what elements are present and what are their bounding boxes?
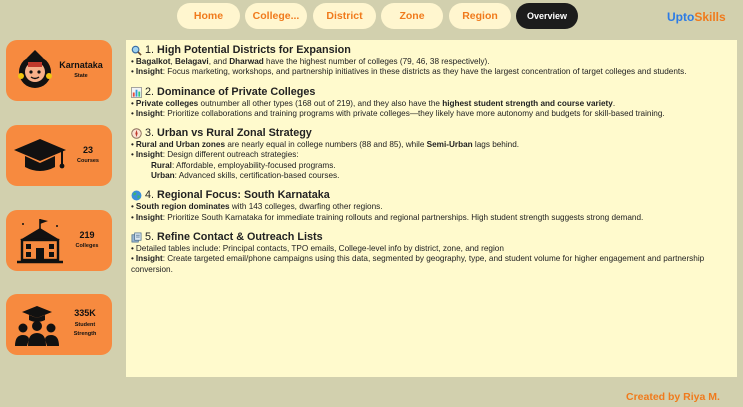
section-heading: Dominance of Private Colleges [157,85,316,98]
section-heading: Regional Focus: South Karnataka [157,189,330,202]
section-title: 5. Refine Contact & Outreach Lists [131,231,731,244]
students-label-1: Student [74,322,96,328]
tab-home[interactable]: Home [177,3,240,29]
insight-section-5: 5. Refine Contact & Outreach Lists • Deta… [131,231,731,275]
karnataka-emblem-icon [18,50,52,88]
students-value: 335K [74,308,96,318]
sub-text: : Affordable, employability-focused prog… [171,160,336,170]
bold-text: Bagalkot [135,57,171,66]
college-building-icon [17,219,63,264]
section-title: 3. Urban vs Rural Zonal Strategy [131,127,731,140]
text: have the highest number of colleges (79,… [263,57,490,66]
bold-text: Private colleges [135,98,199,108]
section-title: 2. Dominance of Private Colleges [131,86,731,99]
text: are nearly equal in college numbers (88 … [225,140,427,150]
magnifier-icon [131,45,142,56]
section-heading: High Potential Districts for Expansion [157,44,351,56]
sub-label: Urban [151,171,175,181]
courses-card: 23 Courses [6,125,112,186]
text: lags behind. [472,140,520,150]
courses-value: 23 [82,145,93,155]
courses-label: Courses [76,158,99,164]
section-number: 3. [145,127,155,140]
text: with 143 colleges, dwarfing other region… [229,202,383,212]
insight-line: • Insight: Focus marketing, workshops, an… [131,67,687,77]
section-line: • Bagalkot, Belagavi, and Dharwad have th… [131,57,490,66]
insight-line: • Insight: Create targeted email/phone ca… [131,254,705,274]
globe-icon [131,190,142,201]
insight-text: : Design different outreach strategies: [162,150,299,160]
section-number: 2. [145,85,155,98]
section-heading: Urban vs Rural Zonal Strategy [157,127,312,140]
insight-section-3: 3. Urban vs Rural Zonal Strategy • Rural … [131,127,731,181]
insight-section-2: 2. Dominance of Private Colleges • Privat… [131,86,731,120]
text: outnumber all other types (168 out of 21… [198,98,443,108]
student-strength-card: 335K Student Strength [6,294,112,355]
insight-text: : Prioritize South Karnataka for immedia… [162,212,644,222]
state-card: Karnataka State [6,40,112,101]
sub-line-rural: Rural: Affordable, employability-focused… [131,161,731,171]
students-label-2: Strength [73,331,97,337]
section-title: 4. Regional Focus: South Karnataka [131,189,731,202]
section-line: • Rural and Urban zones are nearly equal … [131,140,520,150]
section-line: • South region dominates with 143 college… [131,202,383,212]
top-navigation: Home College... District Zone Region Ove… [0,3,743,30]
insight-line: • Insight: Design different outreach stra… [131,150,299,160]
sub-label: Rural [151,160,172,170]
bold-text: South region dominates [135,202,230,212]
insight-label: Insight [135,150,163,160]
sub-line-urban: Urban: Advanced skills, certification-ba… [131,171,731,181]
footer-credit: Created by Riya M. [626,391,720,403]
bold-text: Semi-Urban [426,140,473,150]
text: Detailed tables include: Principal conta… [135,243,504,253]
insight-section-1: 1. High Potential Districts for Expansio… [131,44,731,78]
contact-list-icon [131,232,142,243]
brand-logo: UptoSkills [667,10,726,24]
insight-text: : Create targeted email/phone campaigns … [131,254,705,274]
section-title: 1. High Potential Districts for Expansio… [131,44,731,57]
section-number: 5. [145,230,155,243]
graduation-cap-icon [14,139,66,171]
section-number: 4. [145,189,155,202]
tab-region[interactable]: Region [449,3,511,29]
state-label: State [74,73,88,79]
bold-text: Dharwad [229,57,264,66]
insight-line: • Insight: Prioritize collaborations and … [131,108,665,118]
tab-district[interactable]: District [313,3,376,29]
section-line: • Detailed tables include: Principal cont… [131,243,504,253]
text: . [612,98,616,108]
insight-label: Insight [135,254,163,264]
section-heading: Refine Contact & Outreach Lists [157,230,323,243]
tab-overview[interactable]: Overview [516,3,578,29]
insight-text: : Focus marketing, workshops, and partne… [162,67,687,77]
state-value: Karnataka [59,60,103,70]
bold-text: Rural and Urban zones [135,140,226,150]
insight-label: Insight [135,67,163,77]
bold-text: Belagavi [175,57,209,66]
brand-part1: Upto [667,10,695,24]
insight-line: • Insight: Prioritize South Karnataka for… [131,212,644,222]
insight-label: Insight [135,108,163,118]
insight-text: : Prioritize collaborations and training… [162,108,665,118]
insight-section-4: 4. Regional Focus: South Karnataka • Sout… [131,189,731,223]
bold-text: highest student strength and course vari… [442,98,613,108]
colleges-card: 219 Colleges [6,210,112,271]
compass-icon [131,128,142,139]
section-number: 1. [145,44,155,56]
text: , and [208,57,230,66]
colleges-label: Colleges [75,243,99,249]
insight-label: Insight [135,212,163,222]
colleges-value: 219 [79,230,95,240]
tab-zone[interactable]: Zone [381,3,443,29]
bar-chart-icon [131,86,142,98]
insights-panel: 1. High Potential Districts for Expansio… [126,40,737,377]
sub-text: : Advanced skills, certification-based c… [174,171,340,181]
tab-college[interactable]: College... [245,3,307,29]
students-icon [15,306,59,346]
section-line: • Private colleges outnumber all other ty… [131,98,616,108]
brand-part2: Skills [694,10,726,24]
